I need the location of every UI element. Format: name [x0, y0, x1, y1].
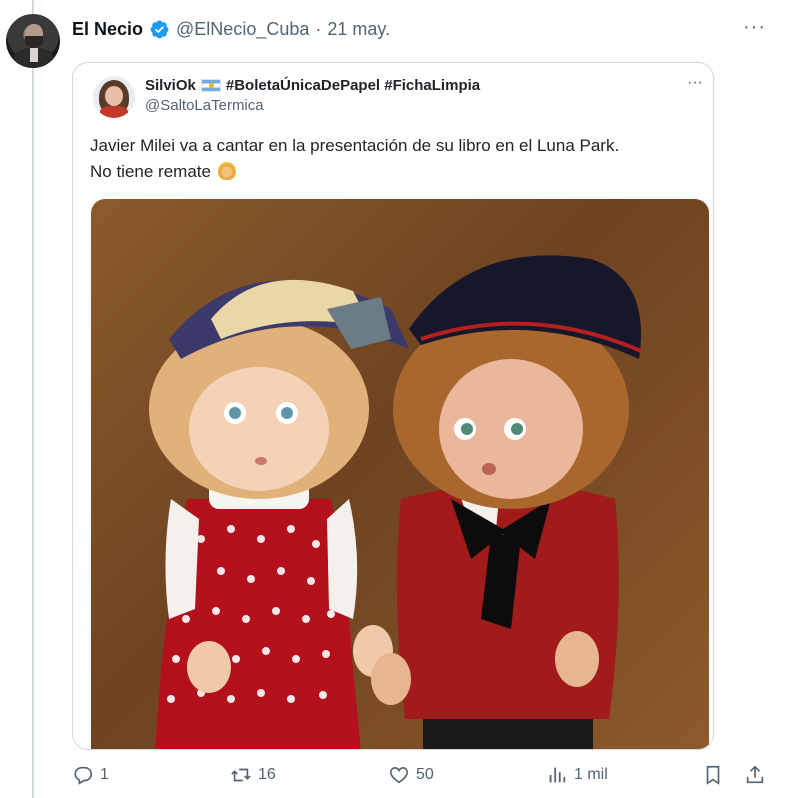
- quoted-text-line-1: Javier Milei va a cantar en la presentac…: [90, 136, 620, 155]
- separator-dot: ·: [315, 18, 322, 39]
- facepalm-emoji-icon: [217, 162, 236, 180]
- heart-icon: [389, 767, 409, 784]
- quoted-author-tags: #BoletaÚnicaDePapel #FichaLimpia: [225, 77, 481, 94]
- reply-count: 1: [100, 766, 109, 783]
- share-button[interactable]: [744, 764, 766, 786]
- bookmark-button[interactable]: [702, 764, 724, 786]
- retweet-count: 16: [258, 766, 276, 783]
- views-button[interactable]: 1 mil: [546, 764, 608, 786]
- argentina-flag-icon: [200, 79, 221, 92]
- bookmark-icon: [706, 765, 720, 785]
- right-doll-illustration: [371, 255, 642, 749]
- verified-badge-icon: [150, 20, 169, 38]
- like-count: 50: [416, 766, 434, 783]
- views-icon: [549, 767, 566, 783]
- quoted-author-avatar[interactable]: [93, 76, 135, 118]
- quoted-tweet[interactable]: SilviOk #BoletaÚnicaDePapel #FichaLimpia…: [72, 62, 714, 750]
- retweet-button[interactable]: 16: [230, 764, 276, 786]
- tweet-header: El Necio @ElNecio_Cuba · 21 may.: [72, 18, 390, 40]
- dolls-photo: [149, 255, 642, 749]
- tweet-date[interactable]: 21 may.: [327, 19, 390, 40]
- retweet-icon: [231, 768, 251, 782]
- left-doll-illustration: [149, 279, 409, 749]
- views-count: 1 mil: [574, 766, 608, 783]
- quoted-more-options-icon[interactable]: ···: [687, 75, 703, 91]
- reply-button[interactable]: 1: [72, 764, 109, 786]
- thread-line: [32, 0, 34, 798]
- share-icon: [746, 765, 764, 784]
- tweet-actions-bar: 1 16 50 1 mil: [72, 764, 772, 794]
- quoted-tweet-text: Javier Milei va a cantar en la presentac…: [90, 133, 700, 185]
- quoted-text-line-2: No tiene remate: [90, 162, 211, 181]
- author-avatar[interactable]: [6, 14, 60, 68]
- author-name[interactable]: El Necio: [72, 19, 143, 40]
- quoted-author-name[interactable]: SilviOk: [145, 77, 196, 94]
- author-handle[interactable]: @ElNecio_Cuba: [176, 19, 309, 40]
- reply-icon: [74, 766, 93, 785]
- more-options-icon[interactable]: ···: [743, 17, 766, 37]
- quoted-tweet-image[interactable]: [91, 199, 709, 749]
- like-button[interactable]: 50: [388, 764, 434, 786]
- quoted-author-header: SilviOk #BoletaÚnicaDePapel #FichaLimpia: [145, 77, 480, 94]
- quoted-author-handle[interactable]: @SaltoLaTermica: [145, 97, 264, 114]
